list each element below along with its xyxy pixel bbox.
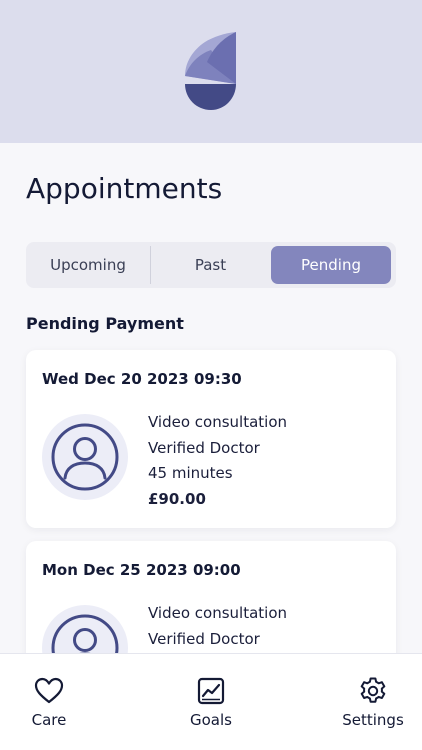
segment-past[interactable]: Past xyxy=(150,242,271,288)
segment-pending[interactable]: Pending xyxy=(271,246,391,284)
heart-icon xyxy=(34,677,64,704)
appointment-date: Wed Dec 20 2023 09:30 xyxy=(42,370,242,388)
tab-settings[interactable]: Settings xyxy=(336,654,410,750)
tab-settings-label: Settings xyxy=(342,711,404,729)
segment-upcoming[interactable]: Upcoming xyxy=(26,242,150,288)
app-logo-icon xyxy=(185,32,236,110)
avatar xyxy=(42,414,128,500)
user-avatar-icon xyxy=(51,423,119,491)
appointment-date: Mon Dec 25 2023 09:00 xyxy=(42,561,241,579)
page-title: Appointments xyxy=(26,172,223,205)
tab-goals-label: Goals xyxy=(190,711,232,729)
appointment-details: Video consultation Verified Doctor xyxy=(148,601,287,652)
appointment-doctor: Verified Doctor xyxy=(148,629,260,648)
bottom-tab-bar: Care Goals Settings xyxy=(0,653,422,750)
appointment-type: Video consultation xyxy=(148,604,288,622)
appointment-duration: 45 minutes xyxy=(148,464,233,482)
appointment-card[interactable]: Wed Dec 20 2023 09:30 Video consultation… xyxy=(26,350,396,528)
appointments-segmented-control: Upcoming Past Pending xyxy=(26,242,396,288)
appointment-doctor: Verified Doctor xyxy=(148,438,260,457)
appointment-details: Video consultation Verified Doctor 45 mi… xyxy=(148,410,287,512)
appointment-type: Video consultation xyxy=(148,413,288,431)
section-heading: Pending Payment xyxy=(26,314,184,333)
tab-goals[interactable]: Goals xyxy=(176,654,246,750)
chart-icon xyxy=(197,677,225,705)
tab-care[interactable]: Care xyxy=(14,654,84,750)
appointment-price: £90.00 xyxy=(148,489,206,508)
gear-icon xyxy=(360,677,386,703)
app-header xyxy=(0,0,422,143)
tab-care-label: Care xyxy=(31,711,67,729)
